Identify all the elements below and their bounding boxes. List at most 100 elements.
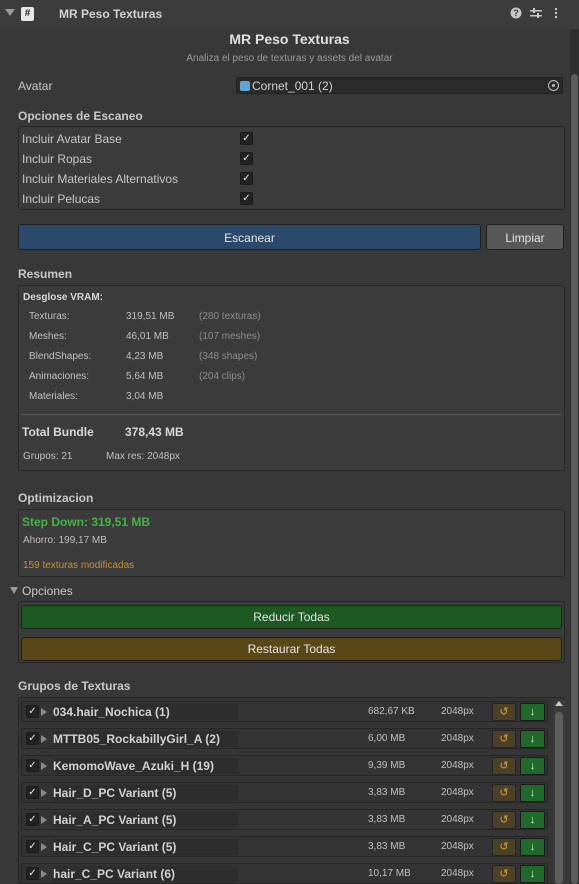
restore-all-button[interactable]: Restaurar Todas: [21, 637, 562, 661]
texture-group-row[interactable]: ✓ Hair_D_PC Variant (5) 3,83 MB 2048px ↺…: [21, 782, 548, 803]
group-name: Hair_C_PC Variant (5): [53, 839, 238, 855]
texture-group-row[interactable]: ✓ Hair_C_PC Variant (5) 3,83 MB 2048px ↺…: [21, 836, 548, 857]
restore-icon[interactable]: ↺: [492, 784, 516, 802]
restore-icon[interactable]: ↺: [492, 757, 516, 775]
vram-row-label: BlendShapes:: [29, 351, 92, 362]
reduce-down-icon[interactable]: ↓: [520, 838, 545, 856]
group-name: Hair_D_PC Variant (5): [53, 785, 238, 801]
restore-icon[interactable]: ↺: [492, 838, 516, 856]
total-bundle-label: Total Bundle: [22, 425, 94, 439]
options-foldout-arrow-icon[interactable]: [10, 587, 18, 594]
reduce-down-icon[interactable]: ↓: [520, 784, 545, 802]
texture-groups-heading: Grupos de Texturas: [18, 679, 131, 693]
option-label: Incluir Ropas: [22, 152, 93, 166]
group-checkbox[interactable]: ✓: [26, 813, 39, 826]
collapse-arrow-icon[interactable]: [5, 9, 15, 16]
texture-group-row[interactable]: ✓ MTTB05_RockabillyGirl_A (2) 6,00 MB 20…: [21, 728, 548, 749]
group-checkbox[interactable]: ✓: [26, 705, 39, 718]
restore-icon[interactable]: ↺: [492, 865, 516, 883]
total-bundle-value: 378,43 MB: [125, 425, 184, 439]
texture-group-row[interactable]: ✓ KemomoWave_Azuki_H (19) 9,39 MB 2048px…: [21, 755, 548, 776]
vram-row-value: 319,51 MB: [126, 311, 175, 322]
vram-row-value: 4,23 MB: [126, 351, 164, 362]
clear-button[interactable]: Limpiar: [486, 224, 564, 250]
kebab-menu-icon[interactable]: [549, 7, 563, 21]
object-picker-icon[interactable]: [548, 80, 559, 91]
restore-icon[interactable]: ↺: [492, 730, 516, 748]
groups-scrollbar[interactable]: [553, 700, 565, 884]
avatar-object-field[interactable]: Cornet_001 (2): [236, 77, 563, 94]
include-clothes-checkbox[interactable]: ✓: [240, 152, 253, 165]
group-size: 3,83 MB: [368, 814, 406, 825]
svg-text:?: ?: [513, 8, 519, 18]
reduce-down-icon[interactable]: ↓: [520, 757, 545, 775]
group-resolution: 2048px: [441, 733, 474, 744]
summary-divider: [22, 414, 561, 415]
vram-row-label: Meshes:: [29, 331, 67, 342]
vram-row-label: Animaciones:: [29, 371, 90, 382]
options-foldout[interactable]: Opciones: [22, 584, 73, 598]
settings-sliders-icon[interactable]: [529, 7, 543, 21]
reduce-down-icon[interactable]: ↓: [520, 703, 545, 721]
prefab-icon: [240, 81, 250, 91]
expand-arrow-icon[interactable]: [41, 816, 47, 824]
group-resolution: 2048px: [441, 787, 474, 798]
step-down-total: Step Down: 319,51 MB: [22, 515, 151, 529]
help-icon[interactable]: ?: [509, 7, 523, 21]
window-scroll-thumb[interactable]: [571, 74, 578, 884]
editor-tab-bar: # MR Peso Texturas ?: [0, 0, 579, 29]
group-name: hair_C_PC Variant (6): [53, 866, 238, 882]
texture-group-row[interactable]: ✓ hair_C_PC Variant (6) 10,17 MB 2048px …: [21, 863, 548, 884]
reduce-down-icon[interactable]: ↓: [520, 811, 545, 829]
expand-arrow-icon[interactable]: [41, 708, 47, 716]
max-resolution: Max res: 2048px: [106, 451, 180, 462]
group-name: 034.hair_Nochica (1): [53, 704, 238, 720]
scan-button[interactable]: Escanear: [18, 224, 481, 250]
vram-row-detail: (204 clips): [199, 371, 246, 382]
groups-count: Grupos: 21: [23, 451, 73, 462]
script-icon: #: [21, 7, 34, 21]
vram-row-label: Texturas:: [29, 311, 70, 322]
expand-arrow-icon[interactable]: [41, 870, 47, 878]
savings-text: Ahorro: 199,17 MB: [23, 535, 107, 546]
expand-arrow-icon[interactable]: [41, 843, 47, 851]
expand-arrow-icon[interactable]: [41, 762, 47, 770]
group-resolution: 2048px: [441, 706, 474, 717]
texture-group-row[interactable]: ✓ 034.hair_Nochica (1) 682,67 KB 2048px …: [21, 701, 548, 722]
vram-row-value: 3,04 MB: [126, 391, 164, 402]
restore-icon[interactable]: ↺: [492, 703, 516, 721]
page-subtitle: Analiza el peso de texturas y assets del…: [186, 53, 393, 64]
scan-options-heading: Opciones de Escaneo: [18, 109, 143, 123]
texture-group-row[interactable]: ✓ Hair_A_PC Variant (5) 3,83 MB 2048px ↺…: [21, 809, 548, 830]
group-size: 3,83 MB: [368, 841, 406, 852]
page-title: MR Peso Texturas: [229, 31, 350, 47]
avatar-value: Cornet_001 (2): [252, 79, 333, 93]
window-title: MR Peso Texturas: [59, 7, 163, 21]
group-name: MTTB05_RockabillyGirl_A (2): [53, 731, 238, 747]
modified-count: 159 texturas modificadas: [23, 560, 135, 571]
include-alt-materials-checkbox[interactable]: ✓: [240, 172, 253, 185]
reduce-down-icon[interactable]: ↓: [520, 865, 545, 883]
group-checkbox[interactable]: ✓: [26, 867, 39, 880]
restore-icon[interactable]: ↺: [492, 811, 516, 829]
group-checkbox[interactable]: ✓: [26, 759, 39, 772]
group-size: 9,39 MB: [368, 760, 406, 771]
group-checkbox[interactable]: ✓: [26, 732, 39, 745]
expand-arrow-icon[interactable]: [41, 735, 47, 743]
reduce-all-button[interactable]: Reducir Todas: [21, 605, 562, 629]
group-checkbox[interactable]: ✓: [26, 840, 39, 853]
option-label: Incluir Materiales Alternativos: [22, 172, 179, 186]
group-size: 3,83 MB: [368, 787, 406, 798]
window-scrollbar[interactable]: [570, 29, 579, 884]
groups-scroll-thumb[interactable]: [555, 712, 563, 884]
reduce-down-icon[interactable]: ↓: [520, 730, 545, 748]
group-resolution: 2048px: [441, 868, 474, 879]
scroll-up-arrow-icon[interactable]: [555, 701, 563, 706]
expand-arrow-icon[interactable]: [41, 789, 47, 797]
group-name: Hair_A_PC Variant (5): [53, 812, 238, 828]
include-wigs-checkbox[interactable]: ✓: [240, 192, 253, 205]
include-base-checkbox[interactable]: ✓: [240, 132, 253, 145]
window-tab[interactable]: # MR Peso Texturas ?: [0, 0, 579, 29]
group-checkbox[interactable]: ✓: [26, 786, 39, 799]
optimization-heading: Optimizacion: [18, 491, 94, 505]
